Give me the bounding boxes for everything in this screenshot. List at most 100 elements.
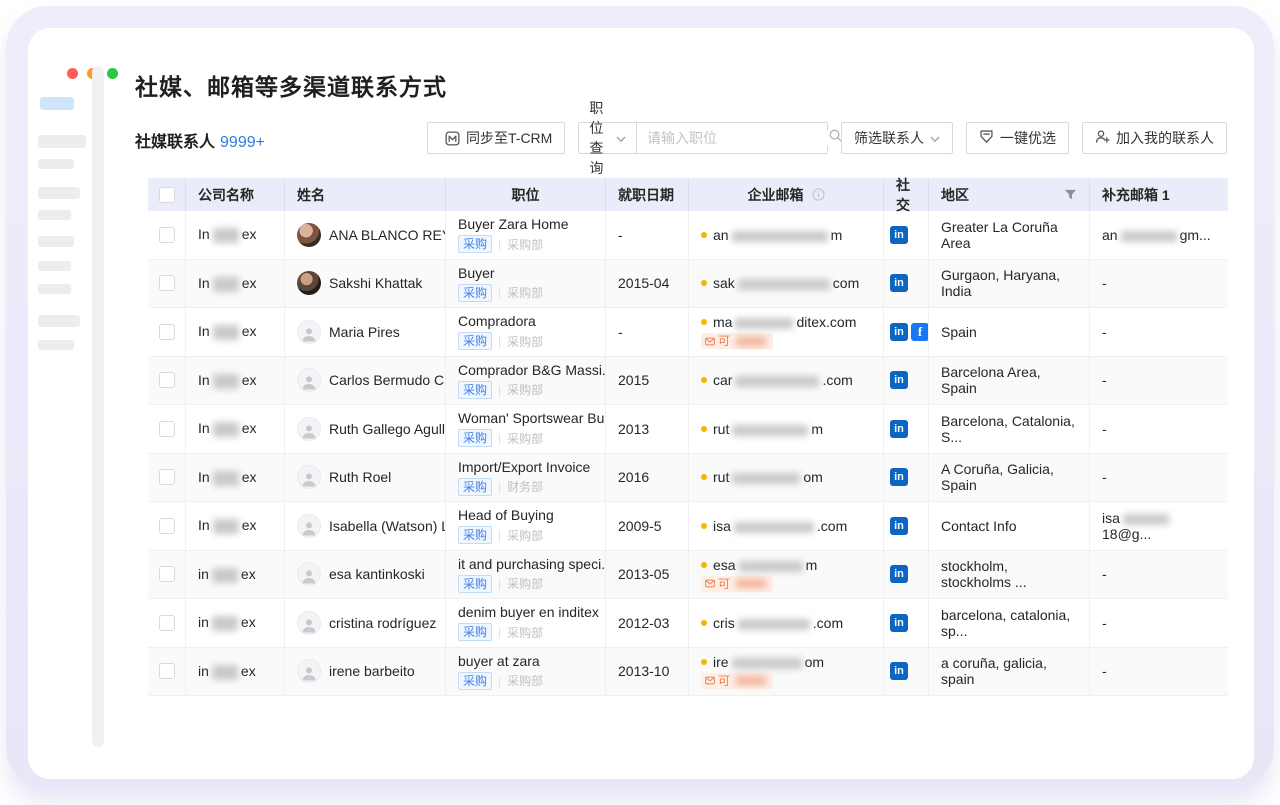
company-name: Inex	[198, 323, 256, 340]
header-hire-date: 就职日期	[606, 178, 689, 211]
department-tag: 采购	[458, 478, 492, 496]
department-tag: 采购	[458, 623, 492, 641]
header-company-email: 企业邮箱	[689, 178, 884, 211]
linkedin-icon[interactable]: in	[890, 517, 908, 535]
region-text: barcelona, catalonia, sp...	[941, 607, 1077, 639]
row-checkbox[interactable]	[159, 615, 175, 631]
close-window-button[interactable]	[67, 68, 78, 79]
email-line: isa.com	[701, 518, 847, 534]
row-checkbox[interactable]	[159, 663, 175, 679]
position-tags: 采购|采购部	[458, 381, 543, 399]
contact-name: Carlos Bermudo Cr...	[329, 372, 446, 388]
row-checkbox[interactable]	[159, 518, 175, 534]
row-checkbox-cell	[148, 551, 186, 599]
region-text: Barcelona, Catalonia, S...	[941, 413, 1077, 445]
company-email-cell: isa.com	[689, 502, 884, 550]
social-cell: in	[884, 260, 929, 308]
facebook-icon[interactable]: f	[911, 323, 929, 341]
extra-email: -	[1102, 372, 1107, 388]
email-status-dot	[701, 562, 707, 568]
linkedin-icon[interactable]: in	[890, 565, 908, 583]
linkedin-icon[interactable]: in	[890, 371, 908, 389]
sync-to-tcrm-button[interactable]: 同步至T-CRM	[427, 122, 565, 154]
region-cell: Barcelona, Catalonia, S...	[929, 405, 1090, 453]
add-my-contacts-button[interactable]: 加入我的联系人	[1082, 122, 1227, 154]
hire-date-cell: 2015	[606, 357, 689, 405]
company-name: inex	[198, 566, 256, 583]
row-checkbox[interactable]	[159, 372, 175, 388]
sidebar-item-skeleton	[38, 315, 80, 327]
company-email-cell: anm	[689, 211, 884, 259]
position-title: Compradora	[458, 313, 536, 329]
premium-badge-icon	[979, 129, 994, 147]
avatar-placeholder-icon	[297, 417, 321, 441]
row-checkbox-cell	[148, 405, 186, 453]
position-tags: 采购|采购部	[458, 672, 543, 690]
row-checkbox[interactable]	[159, 421, 175, 437]
email-line: anm	[701, 227, 842, 243]
email-address: car.com	[713, 372, 853, 388]
linkedin-icon[interactable]: in	[890, 274, 908, 292]
email-address: anm	[713, 227, 842, 243]
select-all-checkbox[interactable]	[159, 187, 175, 203]
envelope-icon	[705, 579, 715, 588]
row-checkbox[interactable]	[159, 275, 175, 291]
email-line: sakcom	[701, 275, 859, 291]
filter-contacts-button[interactable]: 筛选联系人	[841, 122, 953, 154]
position-title: Buyer	[458, 265, 495, 281]
department-tag: 采购	[458, 235, 492, 253]
linkedin-icon[interactable]: in	[890, 468, 908, 486]
email-status-dot	[701, 377, 707, 383]
position-title: buyer at zara	[458, 653, 540, 669]
social-cell: inf	[884, 308, 929, 356]
row-checkbox[interactable]	[159, 469, 175, 485]
info-circle-icon[interactable]	[812, 188, 825, 201]
redacted-text	[1123, 514, 1169, 525]
maximize-window-button[interactable]	[107, 68, 118, 79]
region-text: Gurgaon, Haryana, India	[941, 267, 1077, 299]
region-cell: Gurgaon, Haryana, India	[929, 260, 1090, 308]
redacted-text	[213, 325, 239, 340]
company-name: Inex	[198, 420, 256, 437]
department-tag: 采购	[458, 429, 492, 447]
linkedin-icon[interactable]: in	[890, 323, 908, 341]
hire-date: -	[618, 227, 623, 243]
funnel-filter-icon[interactable]	[1064, 189, 1077, 201]
row-checkbox-cell	[148, 211, 186, 259]
reachable-tag: 可	[701, 673, 773, 689]
linkedin-icon[interactable]: in	[890, 662, 908, 680]
company-name-cell: Inex	[186, 405, 285, 453]
table-row: InexSakshi KhattakBuyer采购|采购部2015-04sakc…	[148, 260, 1228, 309]
table-row: inexcristina rodríguezdenim buyer en ind…	[148, 599, 1228, 648]
linkedin-icon[interactable]: in	[890, 420, 908, 438]
tag-separator: |	[498, 237, 501, 251]
redacted-text	[732, 473, 800, 484]
contact-name-cell: Carlos Bermudo Cr...	[285, 357, 446, 405]
envelope-icon	[705, 676, 715, 685]
avatar-placeholder-icon	[297, 659, 321, 683]
linkedin-icon[interactable]: in	[890, 614, 908, 632]
row-checkbox-cell	[148, 260, 186, 308]
hire-date-cell: 2012-03	[606, 599, 689, 647]
department-tag: 采购	[458, 284, 492, 302]
table-row: inexirene barbeitobuyer at zara采购|采购部201…	[148, 648, 1228, 697]
row-checkbox-cell	[148, 454, 186, 502]
company-name: Inex	[198, 275, 256, 292]
redacted-text	[736, 337, 766, 346]
redacted-text	[732, 231, 828, 242]
position-query-select[interactable]: 职位查询	[578, 122, 637, 154]
one-click-select-button[interactable]: 一键优选	[966, 122, 1069, 154]
position-search-input[interactable]	[647, 130, 828, 146]
row-checkbox[interactable]	[159, 324, 175, 340]
hire-date: 2009-5	[618, 518, 662, 534]
hire-date: 2015	[618, 372, 649, 388]
row-checkbox[interactable]	[159, 566, 175, 582]
extra-email: -	[1102, 566, 1107, 582]
table-row: InexMaria PiresCompradora采购|采购部-maditex.…	[148, 308, 1228, 357]
linkedin-icon[interactable]: in	[890, 226, 908, 244]
row-checkbox[interactable]	[159, 227, 175, 243]
company-name: Inex	[198, 517, 256, 534]
table-body: InexANA BLANCO REYBuyer Zara Home采购|采购部-…	[148, 211, 1228, 696]
department-name: 采购部	[507, 333, 543, 350]
region-cell: a coruña, galicia, spain	[929, 648, 1090, 696]
